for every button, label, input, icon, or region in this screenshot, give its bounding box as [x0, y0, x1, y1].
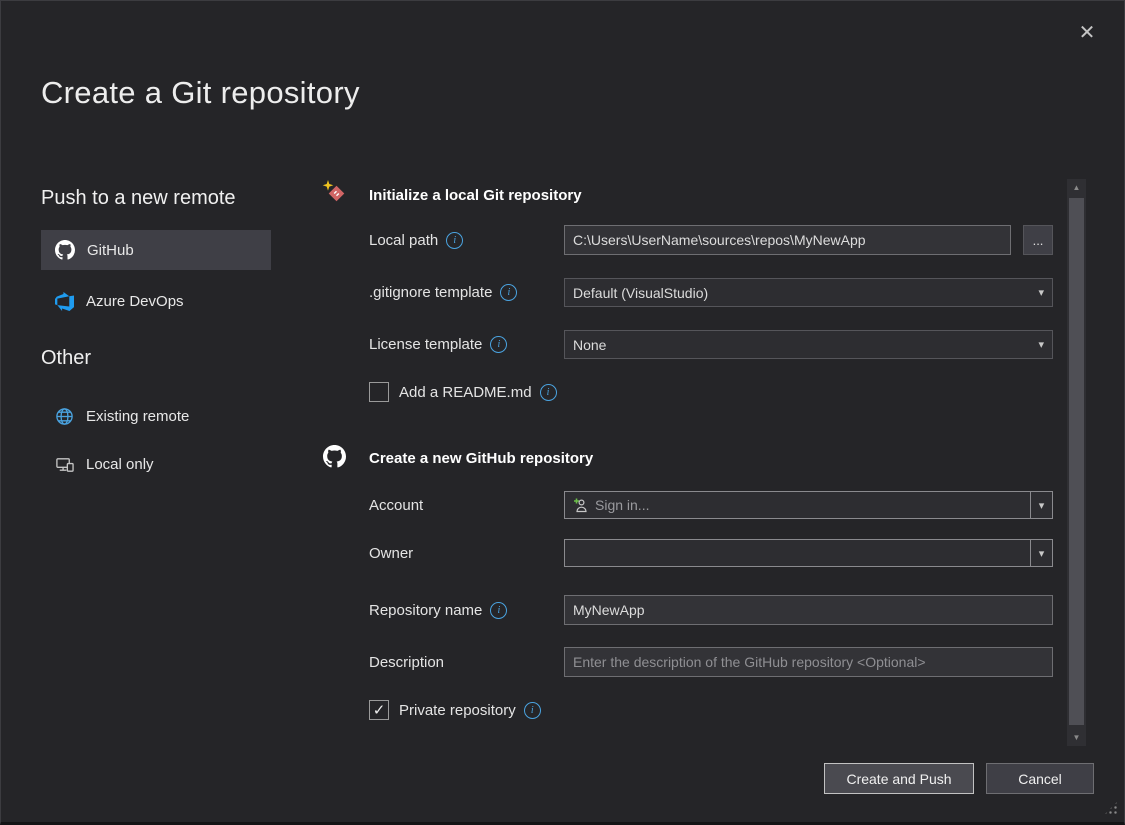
globe-icon	[55, 407, 74, 426]
sidebar-item-github[interactable]: GitHub	[41, 230, 271, 270]
resize-grip[interactable]	[1103, 800, 1119, 816]
repository-name-input[interactable]	[564, 595, 1053, 625]
chevron-down-icon: ▾	[1039, 499, 1045, 512]
scrollbar-thumb[interactable]	[1069, 198, 1084, 725]
sidebar-item-azure-devops[interactable]: Azure DevOps	[41, 281, 271, 321]
chevron-down-icon: ▾	[1038, 338, 1044, 351]
github-icon	[55, 240, 75, 260]
init-section-heading: Initialize a local Git repository	[369, 187, 582, 204]
private-repo-checkbox[interactable]: ✓	[369, 700, 389, 720]
dialog-title: Create a Git repository	[41, 75, 360, 111]
chevron-down-icon: ▾	[1038, 286, 1044, 299]
push-remote-heading: Push to a new remote	[41, 187, 236, 210]
label-text: Add a README.md	[399, 384, 532, 401]
local-path-input[interactable]	[564, 225, 1011, 255]
sidebar-item-label: Local only	[86, 456, 154, 473]
account-placeholder: Sign in...	[595, 497, 649, 513]
repo-name-label: Repository name i	[369, 595, 507, 625]
label-text: Description	[369, 654, 444, 671]
combo-dropdown-button[interactable]: ▾	[1030, 540, 1052, 566]
github-section-icon	[323, 445, 346, 473]
vertical-scrollbar[interactable]: ▲ ▼	[1067, 179, 1086, 746]
local-computer-icon	[55, 455, 74, 474]
gitignore-dropdown[interactable]: Default (VisualStudio) ▾	[564, 278, 1053, 307]
close-button[interactable]: ✕	[1070, 17, 1104, 47]
description-label: Description	[369, 647, 444, 677]
license-label: License template i	[369, 330, 507, 359]
combo-dropdown-button[interactable]: ▾	[1030, 492, 1052, 518]
sidebar-item-existing-remote[interactable]: Existing remote	[41, 396, 271, 436]
dropdown-value: None	[573, 337, 1038, 353]
info-icon[interactable]: i	[490, 602, 507, 619]
signin-person-icon	[572, 497, 588, 513]
create-git-repository-dialog: { "window": { "title": "Create a Git rep…	[0, 0, 1125, 825]
chevron-down-icon: ▾	[1039, 547, 1045, 560]
account-label: Account	[369, 491, 423, 519]
info-icon[interactable]: i	[500, 284, 517, 301]
sidebar-item-label: Existing remote	[86, 408, 189, 425]
create-and-push-button[interactable]: Create and Push	[824, 763, 974, 794]
readme-label: Add a README.md i	[399, 382, 557, 402]
local-path-label: Local path i	[369, 225, 463, 255]
owner-combo[interactable]: ▾	[564, 539, 1053, 567]
readme-checkbox[interactable]	[369, 382, 389, 402]
owner-label: Owner	[369, 539, 413, 567]
sidebar-item-local-only[interactable]: Local only	[41, 444, 271, 484]
cancel-button[interactable]: Cancel	[986, 763, 1094, 794]
label-text: Owner	[369, 545, 413, 562]
sidebar-item-label: Azure DevOps	[86, 293, 184, 310]
dropdown-value: Default (VisualStudio)	[573, 285, 1038, 301]
scroll-down-icon[interactable]: ▼	[1067, 729, 1086, 746]
license-dropdown[interactable]: None ▾	[564, 330, 1053, 359]
browse-button[interactable]: ...	[1023, 225, 1053, 255]
private-repo-label: Private repository i	[399, 700, 541, 720]
info-icon[interactable]: i	[540, 384, 557, 401]
repo-init-icon	[321, 179, 347, 210]
label-text: Repository name	[369, 602, 482, 619]
label-text: Private repository	[399, 702, 516, 719]
account-combo[interactable]: Sign in... ▾	[564, 491, 1053, 519]
sidebar-item-label: GitHub	[87, 242, 134, 259]
scroll-up-icon[interactable]: ▲	[1067, 179, 1086, 196]
azure-devops-icon	[55, 292, 74, 311]
label-text: .gitignore template	[369, 284, 492, 301]
info-icon[interactable]: i	[490, 336, 507, 353]
gitignore-label: .gitignore template i	[369, 278, 517, 307]
info-icon[interactable]: i	[446, 232, 463, 249]
description-input[interactable]	[564, 647, 1053, 677]
label-text: Local path	[369, 232, 438, 249]
label-text: License template	[369, 336, 482, 353]
info-icon[interactable]: i	[524, 702, 541, 719]
label-text: Account	[369, 497, 423, 514]
other-heading: Other	[41, 347, 91, 370]
github-section-heading: Create a new GitHub repository	[369, 450, 593, 467]
